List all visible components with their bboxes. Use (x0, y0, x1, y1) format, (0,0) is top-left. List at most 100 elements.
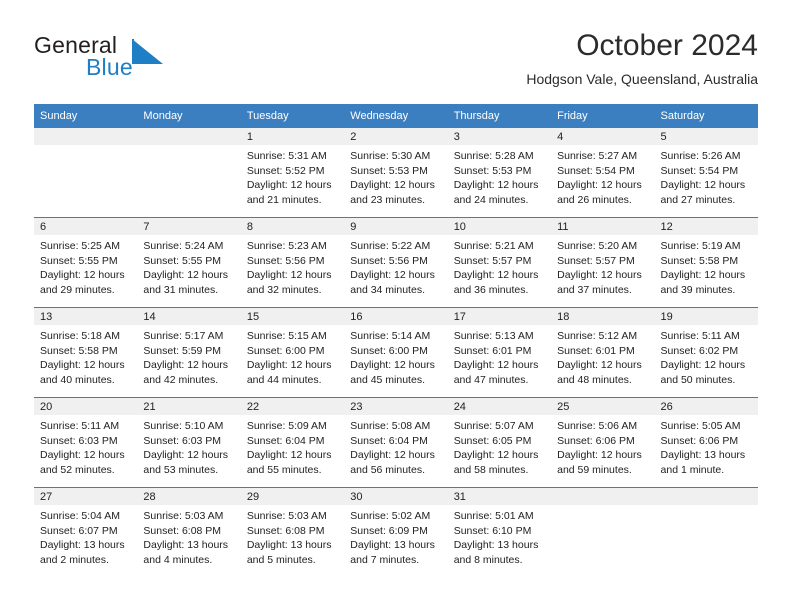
daylight-duration-line2: and 47 minutes. (453, 373, 529, 386)
calendar-day-cell[interactable]: 13 Sunrise: 5:18 AM Sunset: 5:58 PM Dayligh… (34, 307, 138, 398)
day-number: 12 (654, 218, 758, 235)
sunset-time: Sunset: 6:01 PM (557, 344, 635, 357)
sunrise-time: Sunrise: 5:19 AM (660, 240, 741, 252)
day-box: 27 Sunrise: 5:04 AM Sunset: 6:07 PM Dayligh… (34, 488, 138, 577)
day-box: 22 Sunrise: 5:09 AM Sunset: 6:04 PM Dayligh… (240, 398, 345, 487)
day-box: 14 Sunrise: 5:17 AM Sunset: 5:59 PM Dayligh… (137, 308, 241, 397)
day-number (34, 128, 138, 145)
daylight-duration-line1: Daylight: 12 hours (453, 359, 539, 372)
calendar-day-cell[interactable]: 30 Sunrise: 5:02 AM Sunset: 6:09 PM Dayligh… (344, 487, 448, 577)
sunrise-time: Sunrise: 5:05 AM (660, 420, 741, 432)
calendar-day-cell[interactable]: 27 Sunrise: 5:04 AM Sunset: 6:07 PM Dayligh… (34, 487, 138, 577)
daylight-duration-line2: and 50 minutes. (660, 373, 736, 386)
calendar-day-cell[interactable]: 22 Sunrise: 5:09 AM Sunset: 6:04 PM Dayligh… (240, 397, 345, 488)
calendar-day-cell[interactable]: 28 Sunrise: 5:03 AM Sunset: 6:08 PM Dayligh… (137, 487, 241, 577)
day-number: 29 (240, 488, 345, 505)
sunset-time: Sunset: 5:59 PM (143, 344, 222, 357)
calendar-day-cell[interactable]: 24 Sunrise: 5:07 AM Sunset: 6:05 PM Dayligh… (447, 397, 552, 488)
daylight-duration-line2: and 1 minute. (660, 463, 725, 476)
calendar-day-cell[interactable]: 4 Sunrise: 5:27 AM Sunset: 5:54 PM Daylight… (551, 127, 655, 218)
sunset-time: Sunset: 5:52 PM (246, 164, 325, 177)
calendar-day-cell[interactable]: 19 Sunrise: 5:11 AM Sunset: 6:02 PM Dayligh… (654, 307, 758, 398)
calendar-day-cell[interactable]: 20 Sunrise: 5:11 AM Sunset: 6:03 PM Dayligh… (34, 397, 138, 488)
calendar-day-cell[interactable]: 15 Sunrise: 5:15 AM Sunset: 6:00 PM Dayligh… (240, 307, 345, 398)
sunset-time: Sunset: 6:05 PM (453, 434, 532, 447)
calendar-day-cell[interactable]: 9 Sunrise: 5:22 AM Sunset: 5:56 PM Daylight… (344, 217, 448, 308)
day-number (137, 128, 241, 145)
daylight-duration-line1: Daylight: 12 hours (350, 269, 435, 282)
daylight-duration-line2: and 37 minutes. (557, 283, 632, 296)
calendar-day-cell[interactable]: 23 Sunrise: 5:08 AM Sunset: 6:04 PM Dayligh… (344, 397, 448, 488)
calendar-day-cell[interactable]: 6 Sunrise: 5:25 AM Sunset: 5:55 PM Daylight… (34, 217, 138, 308)
calendar-day-cell[interactable]: 8 Sunrise: 5:23 AM Sunset: 5:56 PM Daylight… (240, 217, 345, 308)
daylight-duration-line1: Daylight: 12 hours (40, 359, 125, 372)
calendar-day-cell[interactable]: 16 Sunrise: 5:14 AM Sunset: 6:00 PM Dayligh… (344, 307, 448, 398)
daylight-duration-line2: and 58 minutes. (453, 463, 529, 476)
sunset-time: Sunset: 5:55 PM (143, 254, 222, 267)
day-number: 11 (551, 218, 655, 235)
calendar-day-cell[interactable]: 31 Sunrise: 5:01 AM Sunset: 6:10 PM Dayligh… (447, 487, 552, 577)
day-box: 23 Sunrise: 5:08 AM Sunset: 6:04 PM Dayligh… (344, 398, 448, 487)
calendar-day-cell[interactable]: 18 Sunrise: 5:12 AM Sunset: 6:01 PM Dayligh… (551, 307, 655, 398)
day-box: 19 Sunrise: 5:11 AM Sunset: 6:02 PM Dayligh… (654, 308, 758, 397)
day-box (34, 128, 138, 217)
daylight-duration-line2: and 45 minutes. (350, 373, 425, 386)
daylight-duration-line1: Daylight: 12 hours (246, 359, 332, 372)
calendar-day-cell[interactable]: 7 Sunrise: 5:24 AM Sunset: 5:55 PM Daylight… (137, 217, 241, 308)
day-details: Sunrise: 5:23 AM Sunset: 5:56 PM Daylight:… (241, 235, 344, 297)
calendar-day-cell[interactable]: 1 Sunrise: 5:31 AM Sunset: 5:52 PM Daylight… (240, 127, 345, 218)
daylight-duration-line2: and 52 minutes. (40, 463, 115, 476)
daylight-duration-line1: Daylight: 12 hours (40, 449, 125, 462)
weekday-header-row: Sunday Monday Tuesday Wednesday Thursday… (34, 104, 758, 128)
calendar-day-cell[interactable]: 25 Sunrise: 5:06 AM Sunset: 6:06 PM Dayligh… (551, 397, 655, 488)
day-number: 4 (551, 128, 655, 145)
calendar-day-cell[interactable]: 5 Sunrise: 5:26 AM Sunset: 5:54 PM Daylight… (654, 127, 758, 218)
day-box: 9 Sunrise: 5:22 AM Sunset: 5:56 PM Daylight… (344, 218, 448, 307)
daylight-duration-line1: Daylight: 12 hours (557, 359, 642, 372)
calendar-day-cell[interactable]: 29 Sunrise: 5:03 AM Sunset: 6:08 PM Dayligh… (240, 487, 345, 577)
calendar-day-cell[interactable]: 3 Sunrise: 5:28 AM Sunset: 5:53 PM Daylight… (447, 127, 552, 218)
day-details: Sunrise: 5:01 AM Sunset: 6:10 PM Daylight:… (448, 505, 551, 567)
calendar-day-cell[interactable]: 12 Sunrise: 5:19 AM Sunset: 5:58 PM Dayligh… (654, 217, 758, 308)
daylight-duration-line2: and 59 minutes. (557, 463, 632, 476)
calendar-day-cell[interactable]: 17 Sunrise: 5:13 AM Sunset: 6:01 PM Dayligh… (447, 307, 552, 398)
day-box: 7 Sunrise: 5:24 AM Sunset: 5:55 PM Daylight… (137, 218, 241, 307)
day-details: Sunrise: 5:30 AM Sunset: 5:53 PM Daylight:… (344, 145, 447, 207)
day-box: 8 Sunrise: 5:23 AM Sunset: 5:56 PM Daylight… (240, 218, 345, 307)
sunset-time: Sunset: 6:03 PM (40, 434, 118, 447)
sunrise-time: Sunrise: 5:20 AM (557, 240, 638, 252)
day-number: 22 (240, 398, 345, 415)
daylight-duration-line1: Daylight: 12 hours (557, 449, 642, 462)
calendar-day-cell[interactable]: 10 Sunrise: 5:21 AM Sunset: 5:57 PM Dayligh… (447, 217, 552, 308)
day-number: 9 (344, 218, 448, 235)
calendar-day-cell[interactable]: 14 Sunrise: 5:17 AM Sunset: 5:59 PM Dayligh… (137, 307, 241, 398)
day-details: Sunrise: 5:11 AM Sunset: 6:03 PM Daylight:… (34, 415, 137, 477)
sunrise-time: Sunrise: 5:11 AM (40, 420, 120, 432)
sunset-time: Sunset: 5:55 PM (40, 254, 118, 267)
daylight-duration-line2: and 21 minutes. (246, 193, 322, 206)
sunrise-time: Sunrise: 5:13 AM (453, 330, 534, 342)
sunrise-time: Sunrise: 5:23 AM (246, 240, 327, 252)
day-details: Sunrise: 5:31 AM Sunset: 5:52 PM Daylight:… (241, 145, 344, 207)
day-number: 25 (551, 398, 655, 415)
sunrise-time: Sunrise: 5:27 AM (557, 150, 638, 162)
daylight-duration-line1: Daylight: 13 hours (350, 539, 435, 552)
daylight-duration-line2: and 56 minutes. (350, 463, 425, 476)
day-number: 5 (654, 128, 758, 145)
day-number: 31 (447, 488, 552, 505)
daylight-duration-line1: Daylight: 12 hours (557, 179, 642, 192)
calendar-day-cell[interactable]: 11 Sunrise: 5:20 AM Sunset: 5:57 PM Dayligh… (551, 217, 655, 308)
sunrise-time: Sunrise: 5:28 AM (453, 150, 534, 162)
calendar-week-row: 20 Sunrise: 5:11 AM Sunset: 6:03 PM Dayligh… (34, 397, 758, 488)
daylight-duration-line2: and 7 minutes. (350, 553, 420, 566)
calendar-day-cell[interactable]: 26 Sunrise: 5:05 AM Sunset: 6:06 PM Dayligh… (654, 397, 758, 488)
calendar-day-cell[interactable]: 2 Sunrise: 5:30 AM Sunset: 5:53 PM Daylight… (344, 127, 448, 218)
day-number: 28 (137, 488, 241, 505)
day-number: 24 (447, 398, 552, 415)
sunset-time: Sunset: 6:07 PM (40, 524, 118, 537)
weekday-header-saturday: Saturday (654, 104, 758, 128)
day-box: 2 Sunrise: 5:30 AM Sunset: 5:53 PM Daylight… (344, 128, 448, 217)
daylight-duration-line1: Daylight: 12 hours (660, 359, 746, 372)
calendar-day-cell[interactable]: 21 Sunrise: 5:10 AM Sunset: 6:03 PM Dayligh… (137, 397, 241, 488)
daylight-duration-line2: and 55 minutes. (246, 463, 322, 476)
